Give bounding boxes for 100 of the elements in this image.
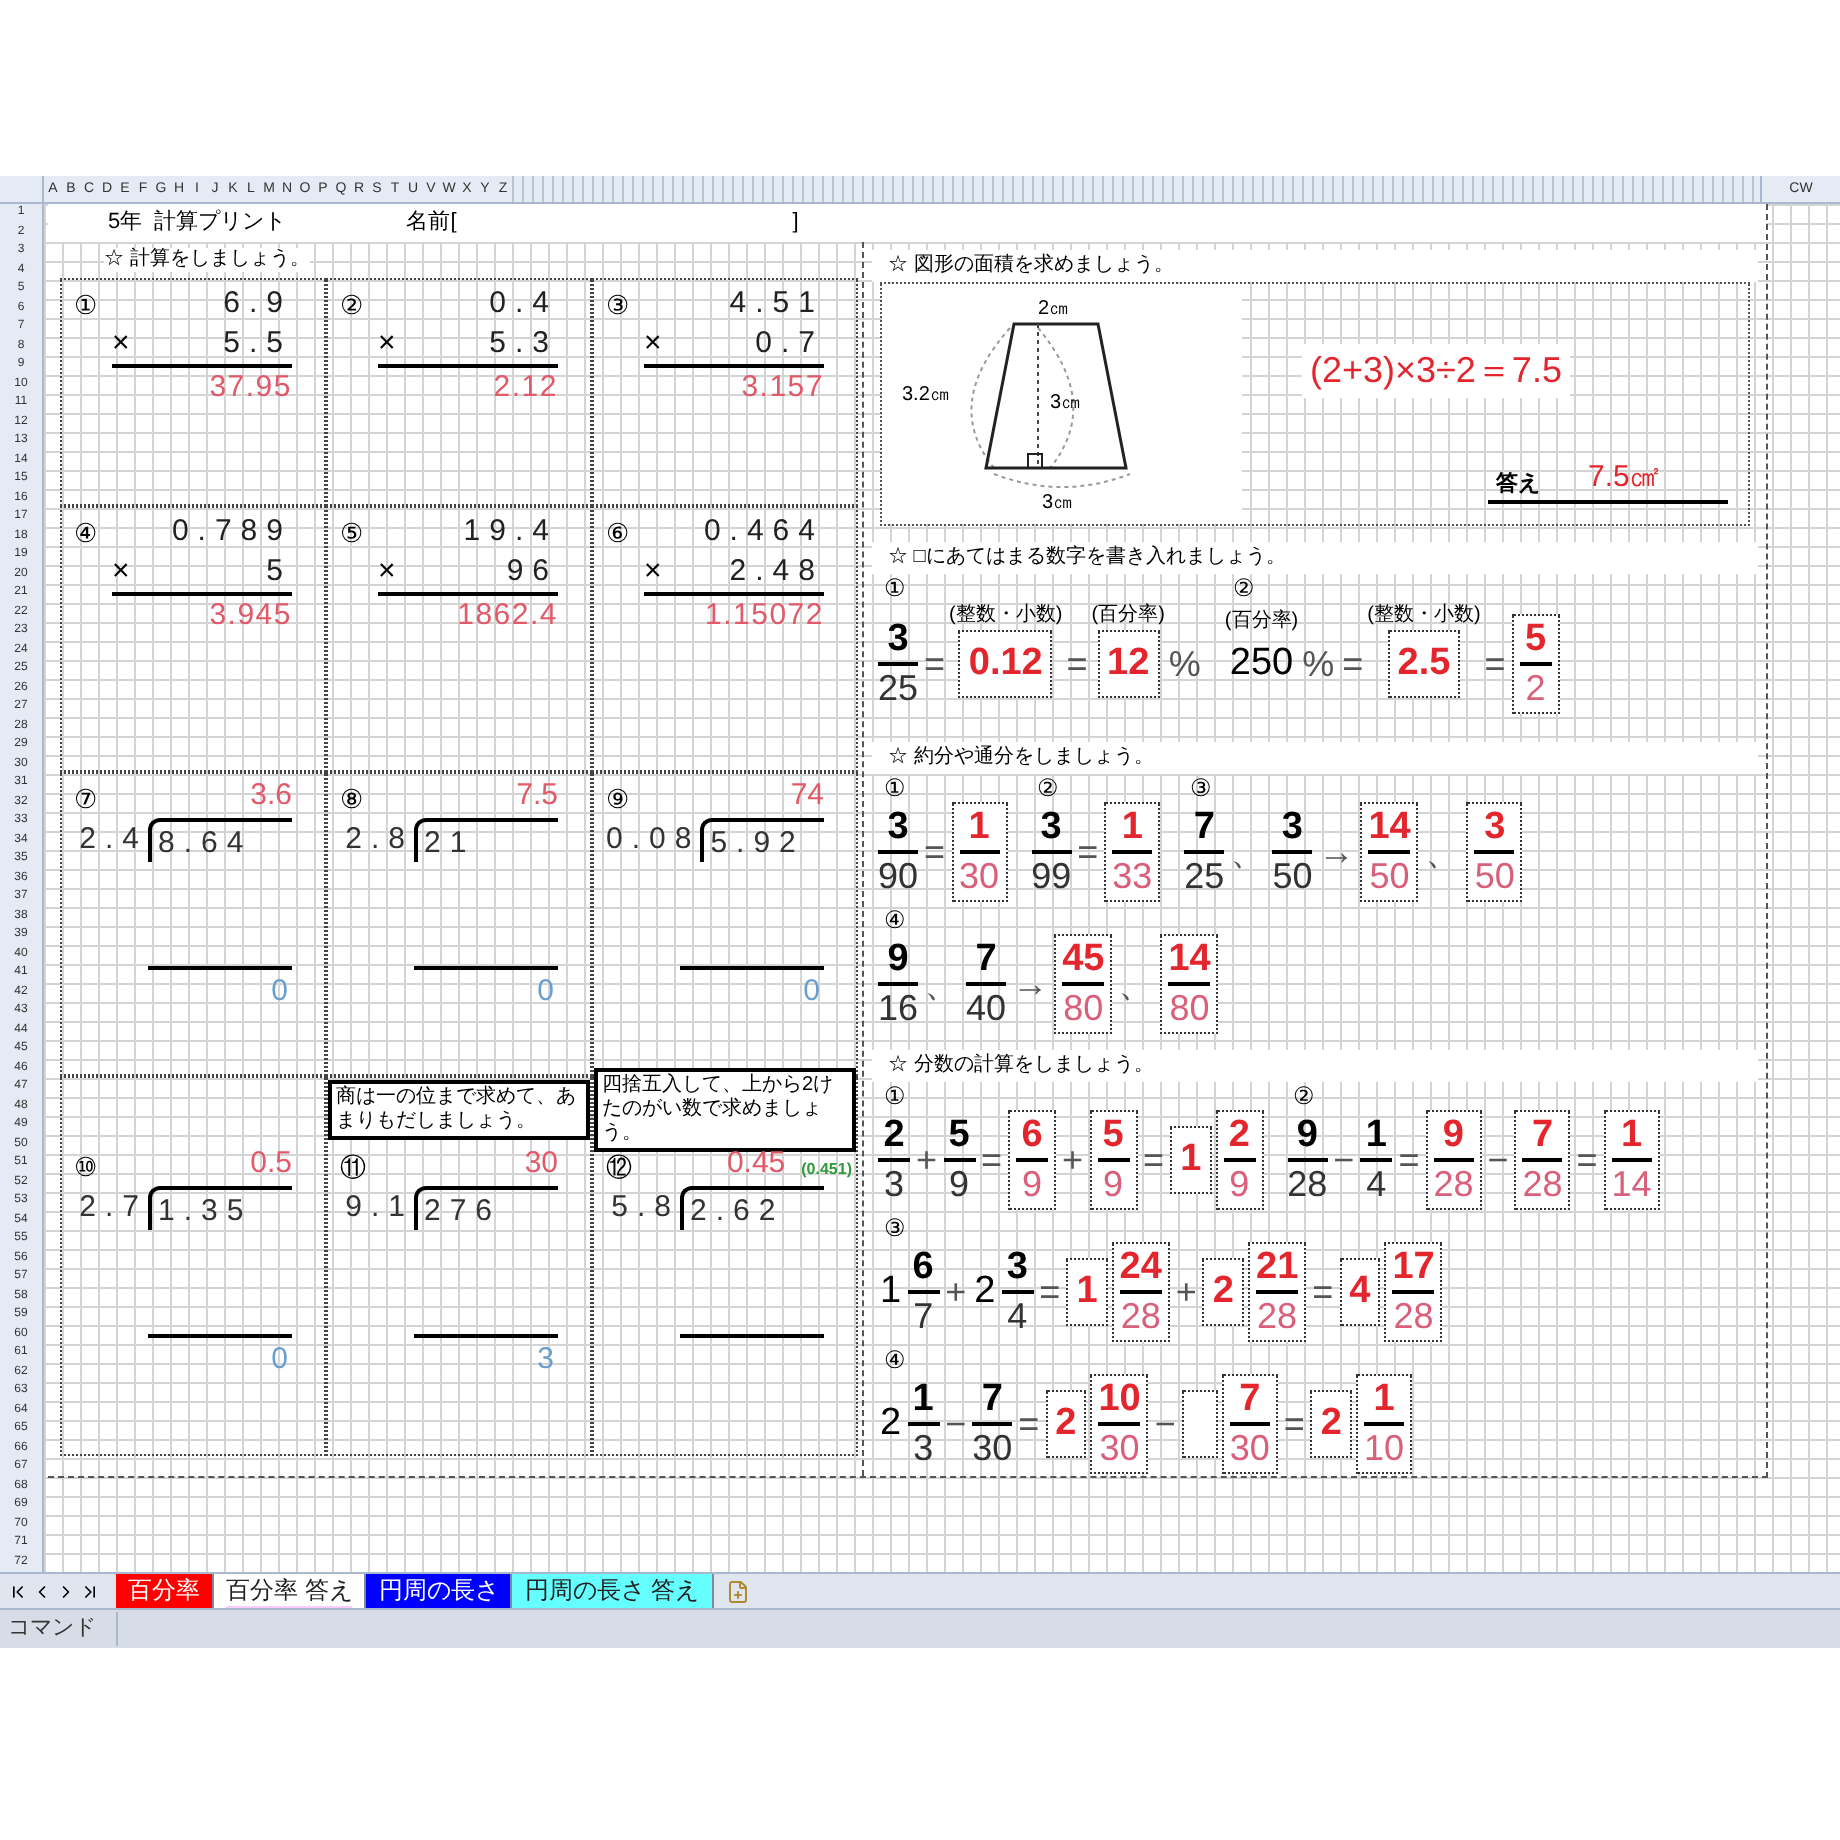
- numerator: 7: [1193, 806, 1215, 850]
- answer-number: 4: [1349, 1267, 1371, 1316]
- numerator: 7: [1531, 1114, 1554, 1158]
- answer-number: 1: [1076, 1267, 1098, 1316]
- whole-number: 250: [1227, 639, 1296, 688]
- denominator: 9: [1022, 1162, 1043, 1206]
- remainder: 0: [537, 972, 556, 1010]
- numerator: 3: [887, 618, 909, 662]
- math-operator: =: [1141, 1137, 1167, 1183]
- sheet-tab[interactable]: 円周の長さ: [366, 1574, 513, 1608]
- numerator: 5: [1102, 1114, 1124, 1158]
- numerator: 3: [1006, 1246, 1028, 1290]
- caption: (百分率): [1091, 602, 1165, 630]
- math-operator: =: [1281, 1401, 1307, 1447]
- denominator: 9: [1103, 1162, 1124, 1206]
- denominator: 50: [1369, 854, 1410, 898]
- caption: (整数・小数): [1367, 602, 1481, 630]
- sheet-title: 5年 計算プリント: [108, 207, 287, 239]
- name-bracket: ]: [792, 208, 799, 239]
- math-operator: 、: [1116, 961, 1157, 1007]
- math-operator: =: [1016, 1401, 1042, 1447]
- answer-number: 0.12: [968, 639, 1043, 688]
- denominator: 9: [949, 1162, 970, 1206]
- answer-value: 7.5㎠: [1588, 457, 1660, 497]
- numerator: 24: [1119, 1246, 1162, 1290]
- numerator: 1: [912, 1378, 934, 1422]
- sheet-tab[interactable]: 円周の長さ 答え: [512, 1574, 714, 1608]
- denominator: 14: [1611, 1162, 1652, 1206]
- dimension-label: 2㎝: [1038, 298, 1070, 320]
- numerator: 3: [1484, 806, 1506, 850]
- answer-box: [1181, 1390, 1218, 1458]
- multiplicand: 0.789: [171, 512, 292, 553]
- numerator: 9: [1442, 1114, 1464, 1158]
- answer-value: 3.157: [741, 367, 824, 408]
- caption: (百分率): [1224, 607, 1299, 636]
- denominator: 3: [883, 1162, 904, 1206]
- sheet-tab[interactable]: 百分率: [116, 1574, 214, 1608]
- numerator: 45: [1062, 938, 1105, 982]
- math-operator: +: [914, 1137, 940, 1183]
- multiplicand: 0.464: [703, 512, 824, 553]
- denominator: 50: [1474, 854, 1515, 898]
- numerator: 2: [1228, 1114, 1250, 1158]
- denominator: 33: [1112, 854, 1153, 898]
- numerator: 3: [887, 806, 909, 850]
- numerator: 7: [1239, 1378, 1261, 1422]
- numerator: 7: [975, 938, 997, 982]
- denominator: 28: [1522, 1162, 1563, 1206]
- math-operator: ×: [378, 552, 396, 593]
- answer-value: 3.945: [209, 595, 292, 636]
- math-operator: =: [1482, 641, 1508, 687]
- answer-number: 2: [1212, 1267, 1234, 1316]
- math-operator: =: [1310, 1269, 1336, 1315]
- math-operator: +: [1060, 1137, 1086, 1183]
- numerator: 14: [1168, 938, 1211, 982]
- numerator: 17: [1392, 1246, 1435, 1290]
- numerator: 5: [948, 1114, 970, 1158]
- whole-number: 2: [972, 1267, 998, 1316]
- quotient: 0.5: [250, 1143, 292, 1183]
- last-sheet-icon[interactable]: [80, 1581, 100, 1601]
- insert-sheet-icon[interactable]: [725, 1579, 750, 1603]
- quotient: 3.6: [250, 775, 292, 815]
- denominator: 30: [1099, 1426, 1140, 1470]
- instruction-note: 四捨五入して、上から2けたのがい数で求めましょう。: [594, 1068, 856, 1152]
- denominator: 7: [913, 1294, 934, 1338]
- numerator: 1: [1365, 1114, 1387, 1158]
- numerator: 3: [1040, 806, 1062, 850]
- math-operator: %: [1166, 641, 1203, 687]
- dimension-label: 3㎝: [1050, 392, 1082, 414]
- first-sheet-icon[interactable]: [8, 1581, 28, 1601]
- numerator: 9: [887, 938, 909, 982]
- problem-number: ②: [1291, 1082, 1318, 1110]
- remainder: 0: [271, 1340, 290, 1378]
- problem-number: ⑪: [340, 1149, 366, 1185]
- denominator: 30: [959, 854, 1000, 898]
- problem-number: ⑦: [74, 781, 98, 817]
- section-heading: ☆ 約分や通分をしましょう。: [888, 746, 1154, 770]
- math-operator: →: [1010, 961, 1051, 1007]
- dividend: 1.35: [148, 1186, 292, 1230]
- problem-number: ①: [882, 774, 908, 802]
- answer-value: 2.12: [493, 367, 558, 408]
- numerator: 1: [968, 806, 990, 850]
- numerator: 6: [912, 1246, 934, 1290]
- math-operator: −: [1485, 1137, 1511, 1183]
- divisor: 0.08: [606, 819, 701, 860]
- math-operator: =: [1574, 1137, 1600, 1183]
- math-operator: %: [1300, 641, 1337, 687]
- denominator: 16: [878, 986, 919, 1030]
- denominator: 28: [1393, 1294, 1434, 1338]
- dividend: 5.92: [700, 818, 824, 862]
- section-heading: ☆ 図形の面積を求めましょう。: [888, 254, 1174, 278]
- numerator: 5: [1525, 618, 1547, 662]
- divisor: 9.1: [345, 1187, 414, 1228]
- denominator: 90: [878, 854, 919, 898]
- answer-number: 12: [1107, 639, 1150, 688]
- sheet-tab[interactable]: 百分率 答え: [214, 1574, 367, 1608]
- problem-number: ②: [340, 287, 364, 324]
- multiplier: 2.48: [729, 552, 824, 593]
- multiplier: 0.7: [755, 324, 824, 365]
- problem-number: ⑨: [606, 781, 630, 817]
- math-operator: ×: [644, 324, 662, 365]
